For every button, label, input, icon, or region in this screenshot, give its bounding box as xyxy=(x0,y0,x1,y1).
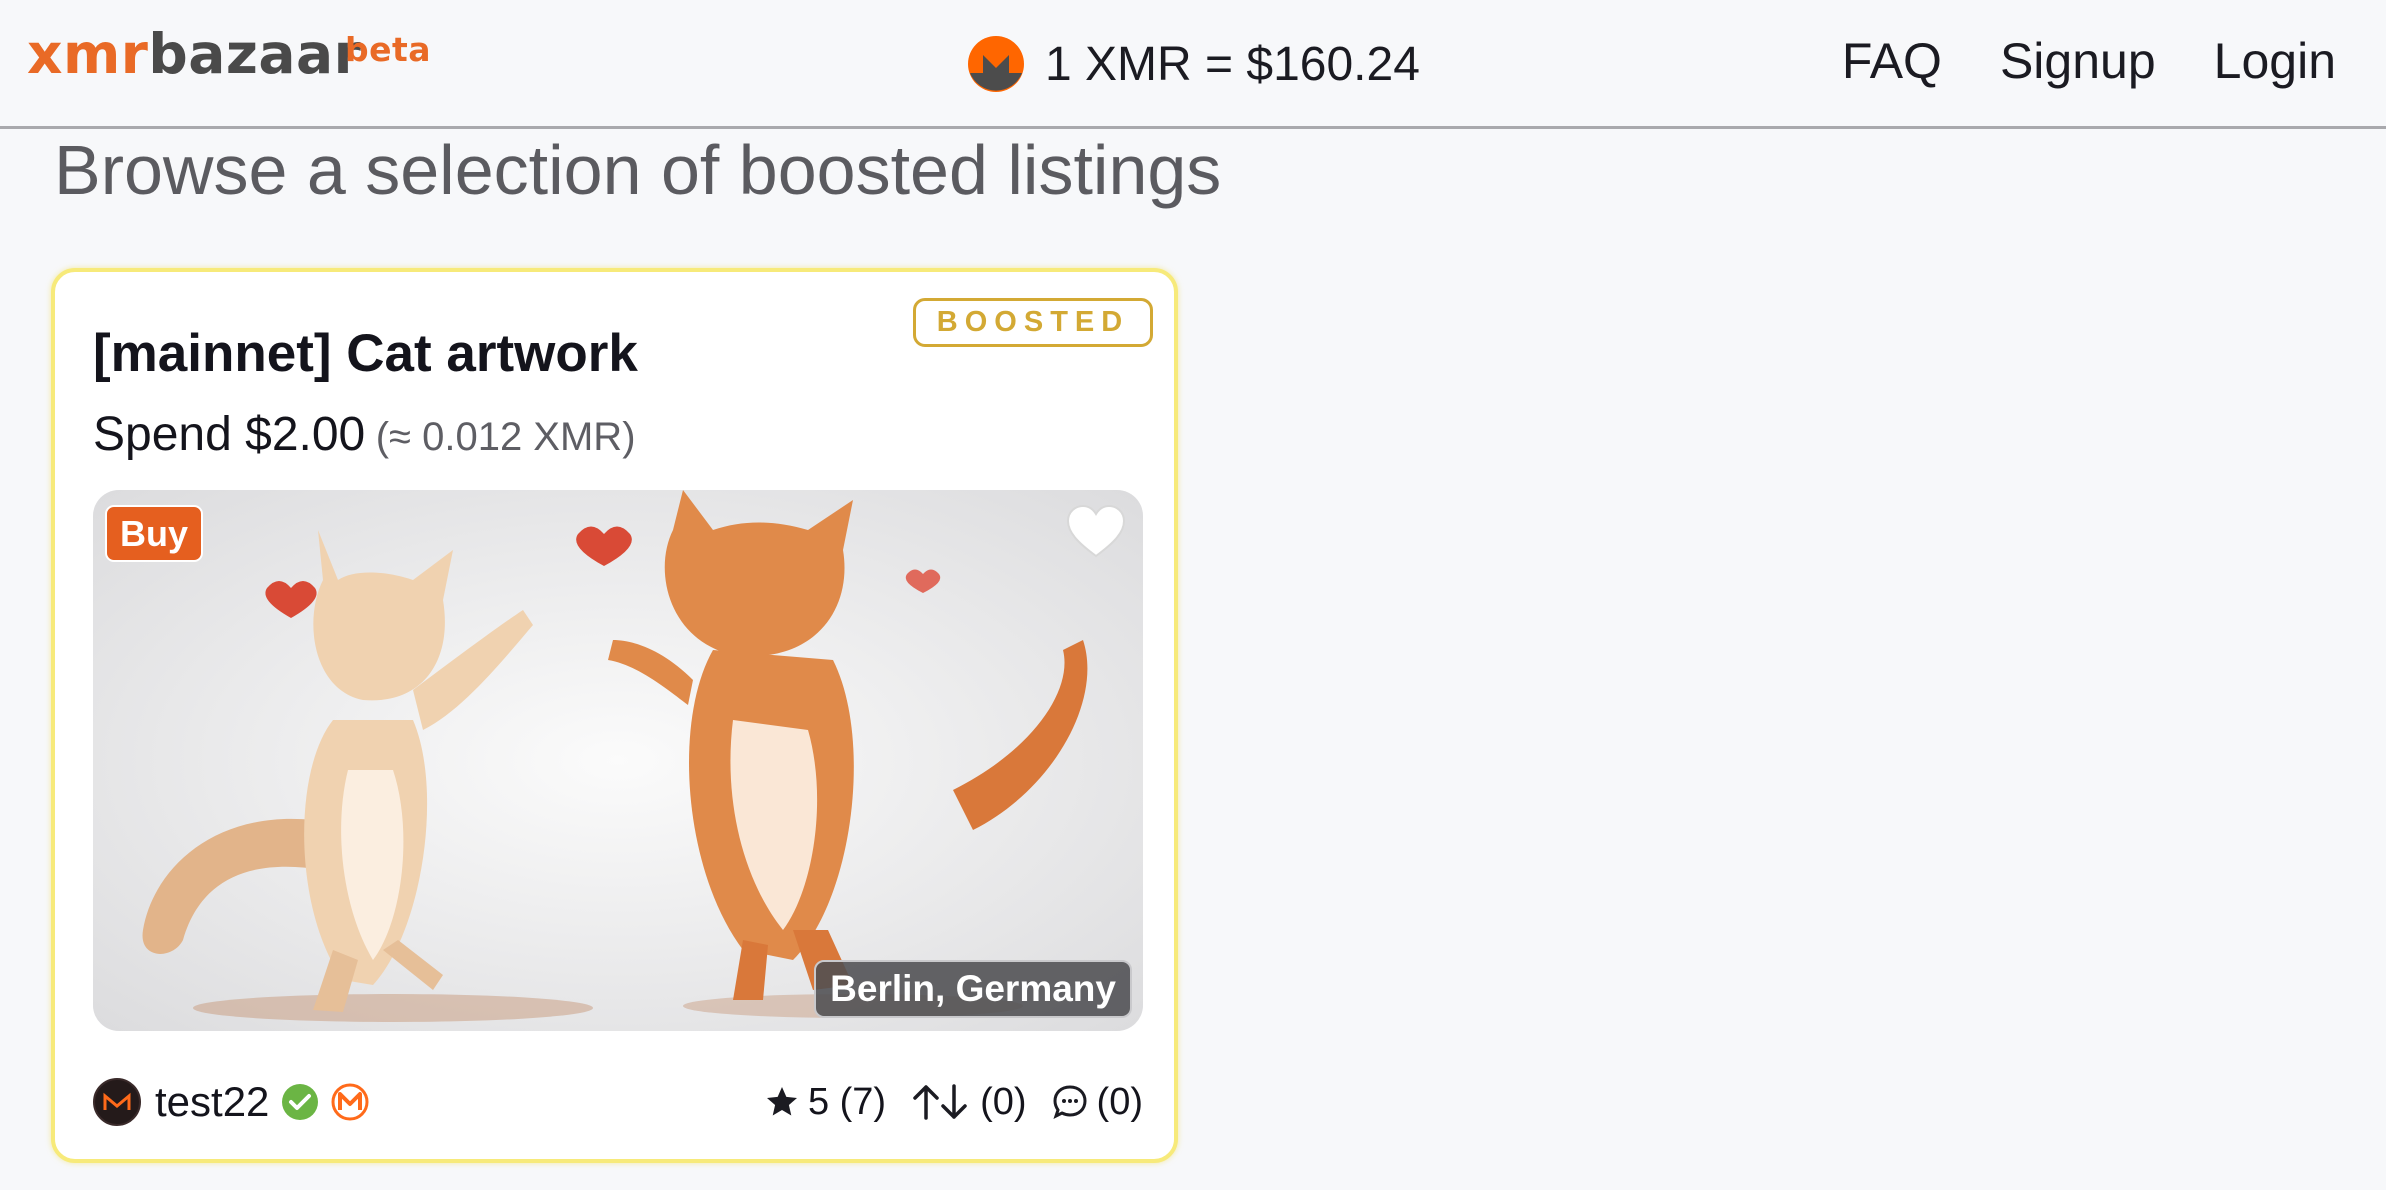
monero-badge-icon xyxy=(331,1083,369,1121)
xmr-rate-text: 1 XMR = $160.24 xyxy=(1045,37,1420,91)
beta-tag: beta xyxy=(345,30,432,69)
seller-info[interactable]: test22 xyxy=(93,1072,369,1132)
comments-value: (0) xyxy=(1096,1080,1143,1123)
seller-name[interactable]: test22 xyxy=(155,1078,269,1126)
heart-icon[interactable] xyxy=(1065,504,1127,560)
verified-icon xyxy=(282,1084,319,1120)
rating-value: 5 (7) xyxy=(807,1080,887,1123)
rating-stat: 5 (7) xyxy=(764,1081,886,1124)
boosted-badge: BOOSTED xyxy=(913,298,1153,347)
listing-price-row: Spend $2.00 (≈ 0.012 XMR) xyxy=(93,407,636,462)
listing-footer: test22 5 (7) (0) (0) xyxy=(93,1072,1143,1132)
top-navbar: xmrbazaar beta 1 XMR = $160.24 FAQ Signu… xyxy=(0,0,2386,129)
nav-login[interactable]: Login xyxy=(2214,32,2336,90)
cat-artwork-image xyxy=(93,490,1143,1031)
listing-image[interactable]: Buy Berlin, Germany xyxy=(93,490,1143,1031)
comment-icon xyxy=(1052,1085,1087,1119)
comments-stat: (0) xyxy=(1051,1081,1143,1124)
listing-title[interactable]: [mainnet] Cat artwork xyxy=(93,323,638,384)
listing-price-xmr: (≈ 0.012 XMR) xyxy=(375,415,636,459)
page-title: Browse a selection of boosted listings xyxy=(54,131,1222,209)
nav-signup[interactable]: Signup xyxy=(2000,32,2156,90)
listing-stats: 5 (7) (0) (0) xyxy=(764,1072,1143,1132)
star-icon xyxy=(766,1087,797,1116)
avatar xyxy=(93,1078,141,1126)
logo-bazaar: bazaar xyxy=(148,22,362,86)
listing-price: Spend $2.00 xyxy=(93,408,366,461)
listing-card[interactable]: BOOSTED [mainnet] Cat artwork Spend $2.0… xyxy=(51,268,1178,1163)
up-down-arrows-icon xyxy=(913,1084,967,1120)
logo-xmr: xmr xyxy=(27,22,149,86)
site-logo[interactable]: xmrbazaar beta xyxy=(27,22,431,86)
buy-badge: Buy xyxy=(105,505,203,562)
location-label: Berlin, Germany xyxy=(814,960,1132,1018)
main-nav: FAQ Signup Login xyxy=(1842,32,2336,90)
trades-stat: (0) xyxy=(910,1080,1027,1124)
monero-icon xyxy=(968,36,1024,92)
xmr-rate: 1 XMR = $160.24 xyxy=(967,35,1420,93)
nav-faq[interactable]: FAQ xyxy=(1842,32,1942,90)
trades-value: (0) xyxy=(980,1080,1027,1123)
